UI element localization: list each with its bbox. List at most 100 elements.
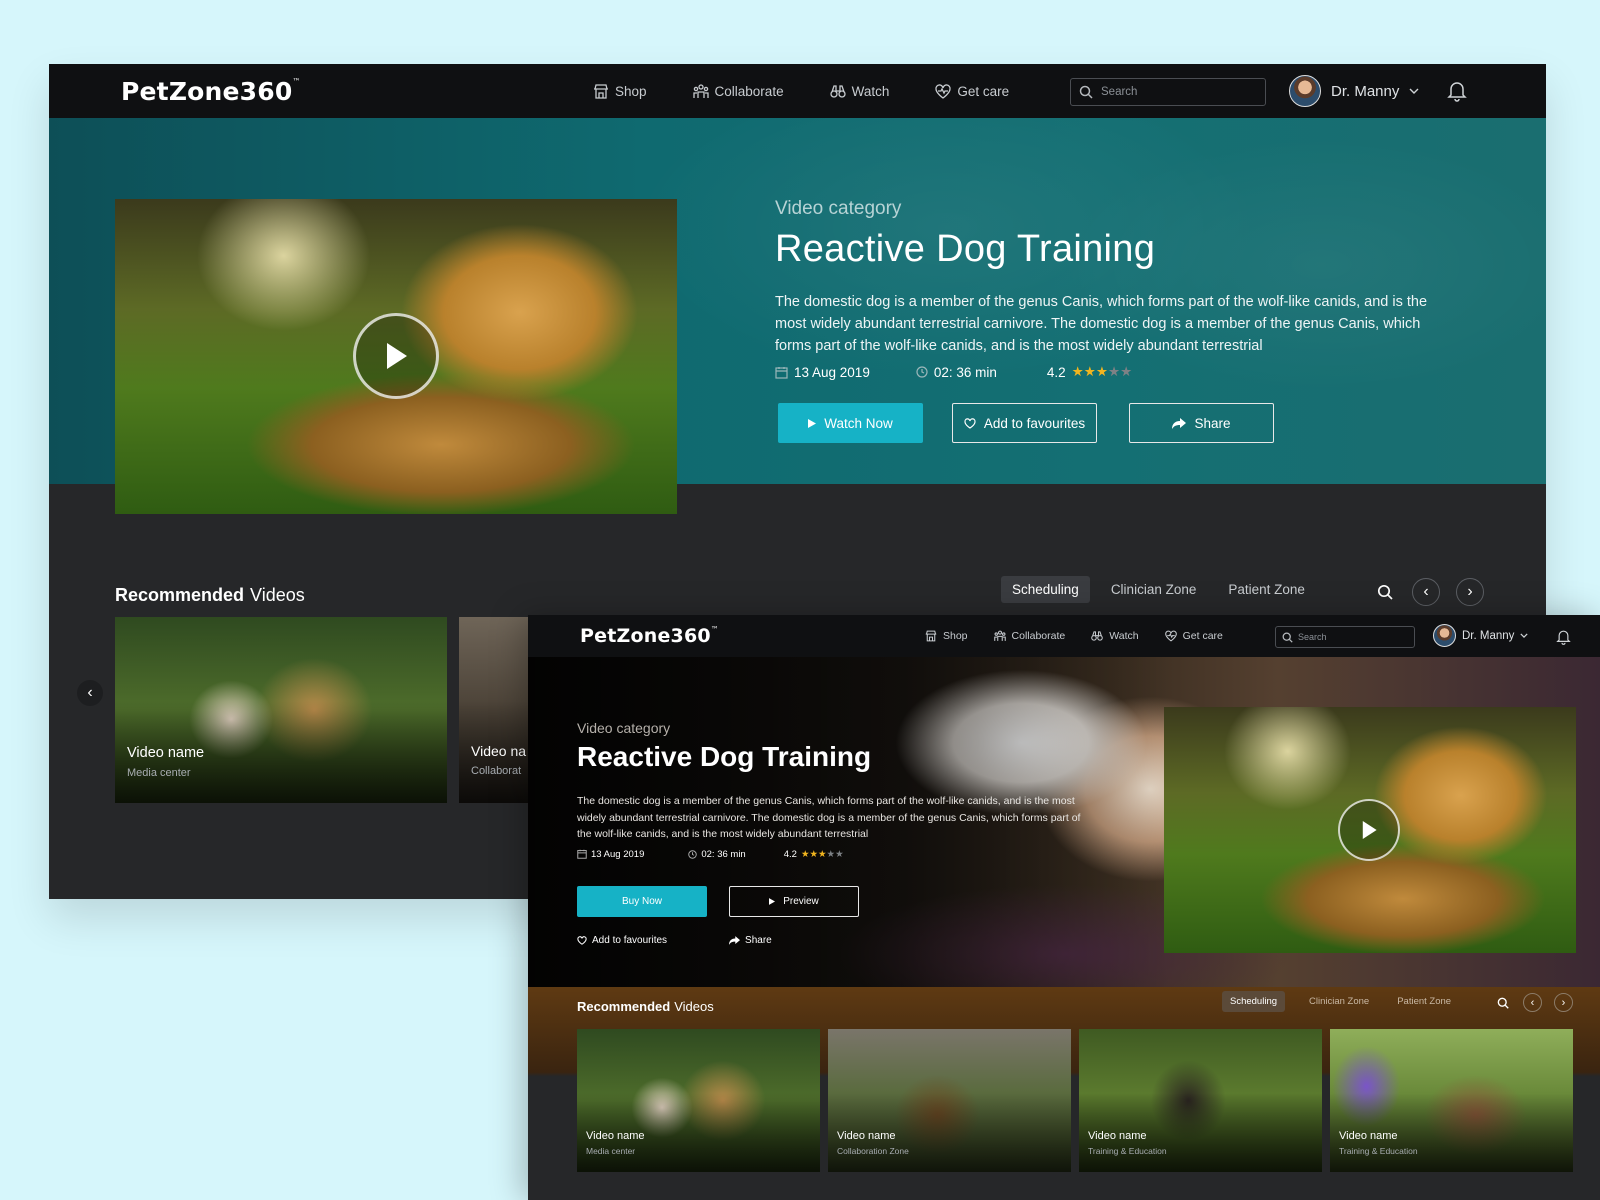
video-rating: 4.2 ★★★★★ — [784, 849, 844, 860]
video-card[interactable]: Video name Media center — [577, 1029, 820, 1172]
button-label: Buy Now — [621, 895, 662, 907]
chevron-left-icon: ‹ — [1530, 996, 1535, 1009]
calendar-icon — [577, 849, 587, 859]
play-icon — [1362, 821, 1377, 839]
play-button[interactable] — [353, 313, 439, 399]
button-label: Preview — [783, 895, 819, 907]
user-menu[interactable]: Dr. Manny — [1433, 624, 1529, 647]
search-icon — [1282, 632, 1293, 643]
play-icon — [808, 418, 817, 428]
play-icon — [387, 343, 407, 369]
brand-logo[interactable]: PetZone360™ — [580, 625, 719, 647]
tab-patient-zone[interactable]: Patient Zone — [1389, 991, 1459, 1012]
tab-clinician-zone[interactable]: Clinician Zone — [1100, 576, 1208, 603]
avatar — [1289, 75, 1321, 107]
watch-now-button[interactable]: Watch Now — [778, 403, 923, 443]
nav-label: Watch — [1109, 630, 1139, 642]
nav-item-shop[interactable]: Shop — [593, 84, 647, 99]
notification-button[interactable] — [1447, 80, 1467, 102]
video-description: The domestic dog is a member of the genu… — [775, 294, 1428, 354]
date-text: 13 Aug 2019 — [794, 364, 870, 380]
search-icon — [1079, 85, 1093, 99]
shop-icon — [925, 630, 937, 642]
link-label: Share — [745, 934, 772, 946]
nav-item-shop[interactable]: Shop — [925, 630, 968, 642]
video-card[interactable]: Video name Media center — [115, 617, 447, 803]
star-empty-icon: ★ — [1120, 364, 1133, 379]
video-rating: 4.2 ★★★★★ — [1047, 364, 1132, 380]
user-menu[interactable]: Dr. Manny — [1289, 75, 1419, 107]
tab-clinician-zone[interactable]: Clinician Zone — [1301, 991, 1377, 1012]
preview-button[interactable]: Preview — [729, 885, 859, 917]
card-title: Video name — [1339, 1130, 1398, 1142]
nav-label: Shop — [943, 630, 968, 642]
buy-now-button[interactable]: Buy Now — [577, 885, 707, 917]
rating-value: 4.2 — [783, 848, 797, 860]
card-subtitle: Collaboration Zone — [837, 1146, 909, 1156]
top-nav: PetZone360™ Shop Collaborate Watch Get c… — [528, 615, 1600, 657]
share-icon — [729, 935, 741, 945]
action-buttons: Buy Now Preview — [577, 885, 1097, 917]
brand-name: PetZone360 — [580, 625, 711, 647]
chevron-down-icon — [1520, 633, 1529, 638]
add-to-favourites-link[interactable]: Add to favourites — [577, 935, 667, 946]
nav-item-watch[interactable]: Watch — [1091, 630, 1139, 642]
card-subtitle: Media center — [127, 767, 191, 779]
featured-video-thumbnail[interactable] — [115, 199, 677, 514]
search-button[interactable] — [1374, 581, 1396, 603]
nav-item-watch[interactable]: Watch — [829, 84, 889, 99]
star-empty-icon: ★ — [835, 848, 844, 860]
next-button[interactable]: › — [1456, 578, 1484, 606]
share-link[interactable]: Share — [729, 935, 772, 946]
main-menu: Shop Collaborate Watch Get care — [593, 84, 1009, 99]
carousel-controls: ‹ › — [1374, 578, 1484, 606]
star-filled-icon: ★ — [818, 848, 827, 860]
nav-item-collaborate[interactable]: Collaborate — [692, 84, 784, 99]
tab-scheduling[interactable]: Scheduling — [1222, 991, 1286, 1012]
clock-icon — [688, 849, 698, 859]
tab-scheduling[interactable]: Scheduling — [1001, 576, 1090, 603]
main-menu: Shop Collaborate Watch Get care — [925, 630, 1223, 642]
calendar-icon — [775, 366, 788, 379]
nav-item-get-care[interactable]: Get care — [935, 84, 1009, 99]
video-card[interactable]: Video name Training & Education — [1079, 1029, 1322, 1172]
prev-button[interactable]: ‹ — [1523, 993, 1542, 1012]
nav-item-collaborate[interactable]: Collaborate — [993, 630, 1065, 642]
add-to-favourites-button[interactable]: Add to favourites — [952, 403, 1097, 443]
search-box[interactable]: Search — [1070, 78, 1266, 106]
user-name: Dr. Manny — [1331, 82, 1400, 100]
prev-button[interactable]: ‹ — [1412, 578, 1440, 606]
star-filled-icon: ★ — [809, 848, 819, 860]
video-card[interactable]: Video name Training & Education — [1330, 1029, 1573, 1172]
featured-video-thumbnail[interactable] — [1164, 707, 1576, 953]
video-card[interactable]: Video name Collaboration Zone — [828, 1029, 1071, 1172]
share-icon — [1172, 417, 1187, 429]
carousel-left-arrow[interactable]: ‹ — [77, 680, 103, 706]
search-box[interactable]: Search — [1275, 626, 1415, 648]
video-title: Reactive Dog Training — [775, 228, 1156, 270]
video-date: 13 Aug 2019 — [577, 849, 644, 860]
search-icon — [1377, 584, 1393, 600]
chevron-right-icon: › — [1561, 996, 1566, 1009]
video-info: Video category Reactive Dog Training The… — [577, 720, 1097, 946]
search-icon — [1497, 997, 1509, 1009]
notification-button[interactable] — [1556, 629, 1571, 645]
share-button[interactable]: Share — [1129, 403, 1274, 443]
star-filled-icon: ★ — [1083, 364, 1096, 379]
search-button[interactable] — [1495, 995, 1511, 1011]
video-card[interactable]: Video na Collaborat — [459, 617, 539, 803]
link-label: Add to favourites — [592, 934, 668, 946]
next-button[interactable]: › — [1554, 993, 1573, 1012]
play-button[interactable] — [1338, 799, 1400, 861]
date-text: 13 Aug 2019 — [591, 848, 645, 860]
nav-item-get-care[interactable]: Get care — [1164, 630, 1223, 642]
trademark: ™ — [292, 76, 301, 86]
card-subtitle: Training & Education — [1088, 1146, 1167, 1156]
nav-label: Shop — [615, 83, 647, 99]
bell-icon — [1556, 630, 1571, 645]
brand-logo[interactable]: PetZone360™ — [121, 77, 301, 106]
brand-name: PetZone360 — [121, 76, 293, 106]
rating-stars: ★★★★★ — [1072, 364, 1133, 380]
clock-icon — [916, 366, 928, 378]
tab-patient-zone[interactable]: Patient Zone — [1217, 576, 1316, 603]
